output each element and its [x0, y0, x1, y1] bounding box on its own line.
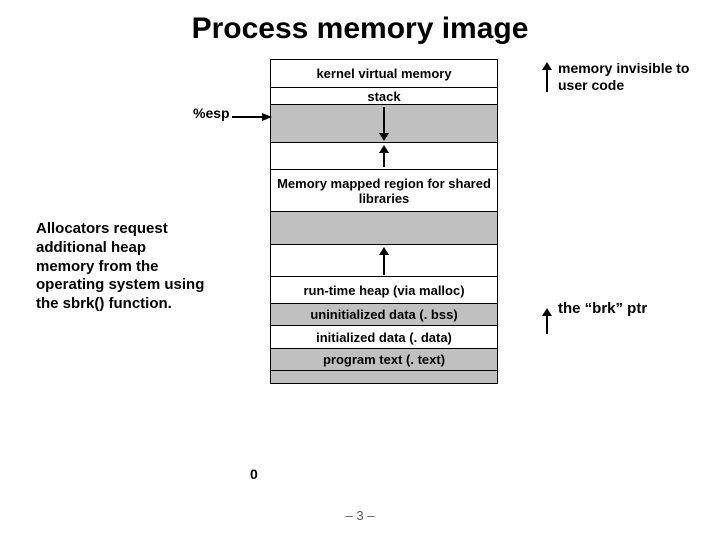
segment-bottom — [270, 370, 498, 384]
segment-stack: stack — [270, 87, 498, 105]
segment-heap: run-time heap (via malloc) — [270, 276, 498, 304]
arrow-up-icon — [540, 62, 554, 92]
memory-diagram: kernel virtual memory stack Memory mappe… — [270, 60, 498, 384]
page-number: – 3 – — [0, 508, 720, 523]
segment-data: initialized data (. data) — [270, 325, 498, 349]
segment-mmap-gap — [270, 211, 498, 245]
segment-text: program text (. text) — [270, 348, 498, 372]
allocator-note: Allocators request additional heap memor… — [36, 220, 206, 314]
arrow-down-icon — [377, 107, 391, 141]
segment-mmap: Memory mapped region for shared librarie… — [270, 169, 498, 213]
arrow-right-icon — [232, 112, 272, 122]
esp-label: %esp — [193, 105, 230, 121]
segment-stack-growth — [270, 104, 498, 144]
arrow-up-icon — [377, 145, 391, 167]
segment-gap-top — [270, 142, 498, 170]
invisible-note: memory invisible to user code — [558, 60, 718, 94]
page-title: Process memory image — [0, 0, 720, 56]
segment-heap-growth — [270, 244, 498, 278]
arrow-up-icon — [377, 247, 391, 275]
arrow-up-icon — [540, 308, 554, 334]
brk-note: the “brk” ptr — [558, 300, 647, 317]
segment-kernel-virtual-memory: kernel virtual memory — [270, 59, 498, 89]
zero-label: 0 — [250, 466, 258, 482]
segment-bss: uninitialized data (. bss) — [270, 303, 498, 327]
